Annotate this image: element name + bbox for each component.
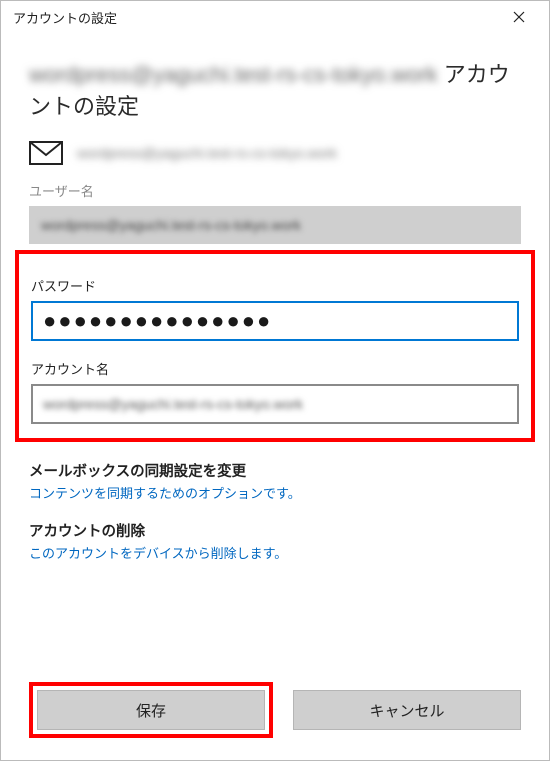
close-icon bbox=[513, 11, 525, 23]
close-button[interactable] bbox=[499, 2, 539, 32]
password-value: ●●●●●●●●●●●●●●● bbox=[43, 308, 272, 334]
window-title: アカウントの設定 bbox=[13, 8, 117, 27]
account-name-input[interactable]: wordpress@yaguchi.test-rs-cs-tokyo.work bbox=[31, 384, 519, 424]
page-title: wordpress@yaguchi.test-rs-cs-tokyo.work … bbox=[29, 59, 521, 123]
delete-desc: このアカウントをデバイスから削除します。 bbox=[29, 543, 521, 562]
sync-section[interactable]: メールボックスの同期設定を変更 コンテンツを同期するためのオプションです。 bbox=[29, 460, 521, 502]
save-button-label: 保存 bbox=[136, 700, 166, 721]
heading-email: wordpress@yaguchi.test-rs-cs-tokyo.work bbox=[29, 62, 438, 87]
mail-row: wordpress@yaguchi.test-rs-cs-tokyo.work bbox=[29, 141, 521, 165]
cancel-button[interactable]: キャンセル bbox=[293, 690, 521, 730]
password-input[interactable]: ●●●●●●●●●●●●●●● bbox=[31, 301, 519, 341]
account-name-value: wordpress@yaguchi.test-rs-cs-tokyo.work bbox=[43, 396, 303, 412]
delete-section[interactable]: アカウントの削除 このアカウントをデバイスから削除します。 bbox=[29, 520, 521, 562]
username-value: wordpress@yaguchi.test-rs-cs-tokyo.work bbox=[41, 217, 301, 233]
highlight-save-wrap: 保存 bbox=[29, 682, 273, 738]
account-name-label: アカウント名 bbox=[31, 359, 519, 378]
password-label: パスワード bbox=[31, 276, 519, 295]
cancel-wrap: キャンセル bbox=[293, 682, 521, 738]
sync-title: メールボックスの同期設定を変更 bbox=[29, 460, 521, 481]
delete-title: アカウントの削除 bbox=[29, 520, 521, 541]
username-field: wordpress@yaguchi.test-rs-cs-tokyo.work bbox=[29, 206, 521, 244]
titlebar: アカウントの設定 bbox=[1, 1, 549, 33]
mail-row-email: wordpress@yaguchi.test-rs-cs-tokyo.work bbox=[77, 145, 337, 161]
button-bar: 保存 キャンセル bbox=[1, 664, 549, 760]
cancel-button-label: キャンセル bbox=[369, 700, 444, 721]
sync-desc: コンテンツを同期するためのオプションです。 bbox=[29, 483, 521, 502]
save-button[interactable]: 保存 bbox=[37, 690, 265, 730]
content-area: wordpress@yaguchi.test-rs-cs-tokyo.work … bbox=[1, 33, 549, 562]
username-label: ユーザー名 bbox=[29, 181, 521, 200]
mail-icon bbox=[29, 141, 63, 165]
highlight-group-fields: パスワード ●●●●●●●●●●●●●●● アカウント名 wordpress@y… bbox=[15, 250, 535, 442]
